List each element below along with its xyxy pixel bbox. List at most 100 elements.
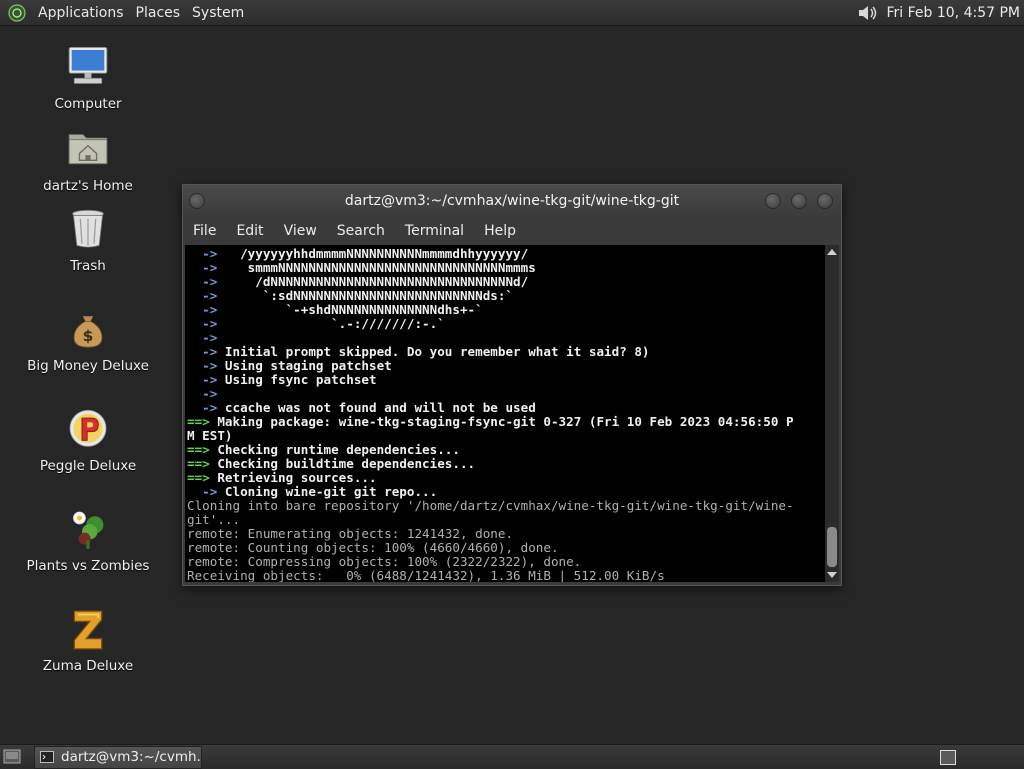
terminal-line-segment: ==> [187,442,217,457]
computer-icon [60,44,116,92]
volume-icon[interactable] [857,3,879,23]
menu-edit[interactable]: Edit [226,223,273,239]
bottom-panel: dartz@vm3:~/cvmh... [0,744,1024,769]
terminal-line-segment: ==> [187,456,217,471]
terminal-output[interactable]: -> /yyyyyyhhdmmmmNNNNNNNNNNmmmmdhhyyyyyy… [185,245,825,582]
terminal-line-segment: remote: Enumerating objects: 1241432, do… [187,526,513,541]
window-menu-button[interactable] [189,193,205,209]
terminal-line-segment: -> [187,386,217,401]
close-button[interactable] [817,193,833,209]
terminal-line-segment: Cloning wine-git git repo... [225,484,437,499]
terminal-line: -> Cloning wine-git git repo... [187,485,825,499]
desktop-icon-label: Computer [18,96,158,112]
svg-text:$: $ [83,327,94,345]
terminal-line-segment: -> [187,400,225,415]
desktop-icon-label: Peggle Deluxe [18,458,158,474]
zuma-icon [60,606,116,654]
terminal-menubar: File Edit View Search Terminal Help [183,217,841,244]
desktop-icon-home[interactable]: dartz's Home [18,126,158,194]
terminal-line: Cloning into bare repository '/home/dart… [187,499,825,513]
terminal-line: ==> Retrieving sources... [187,471,825,485]
desktop-icon-zuma[interactable]: Zuma Deluxe [18,606,158,674]
minimize-button[interactable] [765,193,781,209]
terminal-line-segment: Making package: wine-tkg-staging-fsync-g… [217,414,793,429]
menu-terminal[interactable]: Terminal [395,223,474,239]
workspace-switcher-icon[interactable] [940,750,956,765]
desktop-icon-peggle[interactable]: Peggle Deluxe [18,406,158,474]
terminal-line: remote: Counting objects: 100% (4660/466… [187,541,825,555]
terminal-line-segment: -> [187,246,233,261]
menu-search[interactable]: Search [327,223,395,239]
terminal-text: -> /yyyyyyhhdmmmmNNNNNNNNNNmmmmdhhyyyyyy… [185,245,825,582]
applications-menu[interactable]: Applications [32,5,130,21]
maximize-button[interactable] [791,193,807,209]
terminal-line-segment: -> [187,260,233,275]
money-bag-icon: $ [60,306,116,354]
terminal-line-segment: ccache was not found and will not be use… [225,400,536,415]
terminal-line-segment: Checking buildtime dependencies... [217,456,475,471]
terminal-window[interactable]: dartz@vm3:~/cvmhax/wine-tkg-git/wine-tkg… [182,184,842,586]
menu-view[interactable]: View [274,223,327,239]
desktop-icon-label: dartz's Home [18,178,158,194]
scrollbar-thumb[interactable] [827,527,837,567]
terminal-line: remote: Compressing objects: 100% (2322/… [187,555,825,569]
top-panel: Applications Places System Fri Feb 10, 4… [0,0,1024,26]
terminal-line-segment: /dNNNNNNNNNNNNNNNNNNNNNNNNNNNNNNNNd/ [233,274,529,289]
terminal-line: -> `.-:///////:-.` [187,317,825,331]
terminal-line-segment: Retrieving sources... [217,470,376,485]
plants-icon [60,506,116,554]
window-title: dartz@vm3:~/cvmhax/wine-tkg-git/wine-tkg… [345,193,679,209]
terminal-line-segment: M EST) [187,428,233,443]
menu-file[interactable]: File [183,223,226,239]
gnome-foot-icon[interactable] [8,4,26,22]
terminal-line-segment: Receiving objects: 0% (6488/1241432), 1.… [187,568,665,582]
terminal-line-segment: `:sdNNNNNNNNNNNNNNNNNNNNNNNNNds:` [233,288,514,303]
desktop-icon-big-money[interactable]: $ Big Money Deluxe [18,306,158,374]
terminal-line-segment: /yyyyyyhhdmmmmNNNNNNNNNNmmmmdhhyyyyyy/ [233,246,529,261]
terminal-line: -> ccache was not found and will not be … [187,401,825,415]
trash-icon [60,206,116,254]
show-desktop-icon[interactable] [3,749,21,764]
terminal-line-segment: Cloning into bare repository '/home/dart… [187,498,794,513]
terminal-line: M EST) [187,429,825,443]
desktop-icon-trash[interactable]: Trash [18,206,158,274]
terminal-line: -> `-+shdNNNNNNNNNNNNNNdhs+-` [187,303,825,317]
top-panel-right: Fri Feb 10, 4:57 PM [857,0,1024,25]
terminal-line-segment: Using staging patchset [225,358,392,373]
home-folder-icon [60,126,116,174]
desktop-icon-label: Trash [18,258,158,274]
terminal-line-segment: -> [187,302,233,317]
terminal-line-segment: -> [187,330,217,345]
terminal-line-segment: -> [187,372,225,387]
terminal-line-segment: git'... [187,512,240,527]
terminal-line-segment: -> [187,358,225,373]
terminal-line-segment: Checking runtime dependencies... [217,442,460,457]
menu-help[interactable]: Help [474,223,526,239]
terminal-scrollbar[interactable] [825,245,839,582]
terminal-line-segment: -> [187,316,233,331]
terminal-line: -> Using fsync patchset [187,373,825,387]
terminal-line-segment: -> [187,484,225,499]
terminal-line: ==> Making package: wine-tkg-staging-fsy… [187,415,825,429]
terminal-line-segment: Using fsync patchset [225,372,377,387]
taskbar-task-label: dartz@vm3:~/cvmh... [61,747,202,768]
desktop-icon-plants-vs-zombies[interactable]: Plants vs Zombies [18,506,158,574]
desktop-icon-computer[interactable]: Computer [18,44,158,112]
taskbar-terminal-button[interactable]: dartz@vm3:~/cvmh... [34,746,202,769]
terminal-line: -> [187,387,825,401]
desktop-icon-label: Zuma Deluxe [18,658,158,674]
places-menu[interactable]: Places [130,5,187,21]
system-menu[interactable]: System [186,5,250,21]
window-titlebar[interactable]: dartz@vm3:~/cvmhax/wine-tkg-git/wine-tkg… [183,185,841,217]
scroll-up-arrow-icon[interactable] [827,249,837,255]
clock[interactable]: Fri Feb 10, 4:57 PM [887,5,1021,21]
terminal-line-segment: `-+shdNNNNNNNNNNNNNNdhs+-` [233,302,483,317]
terminal-line: -> Initial prompt skipped. Do you rememb… [187,345,825,359]
terminal-line: -> Using staging patchset [187,359,825,373]
desktop-icon-label: Plants vs Zombies [18,558,158,574]
peggle-icon [60,406,116,454]
scroll-down-arrow-icon[interactable] [827,572,837,578]
terminal-line-segment: remote: Counting objects: 100% (4660/466… [187,540,559,555]
terminal-line: -> /dNNNNNNNNNNNNNNNNNNNNNNNNNNNNNNNNd/ [187,275,825,289]
terminal-line-segment: ==> [187,470,217,485]
